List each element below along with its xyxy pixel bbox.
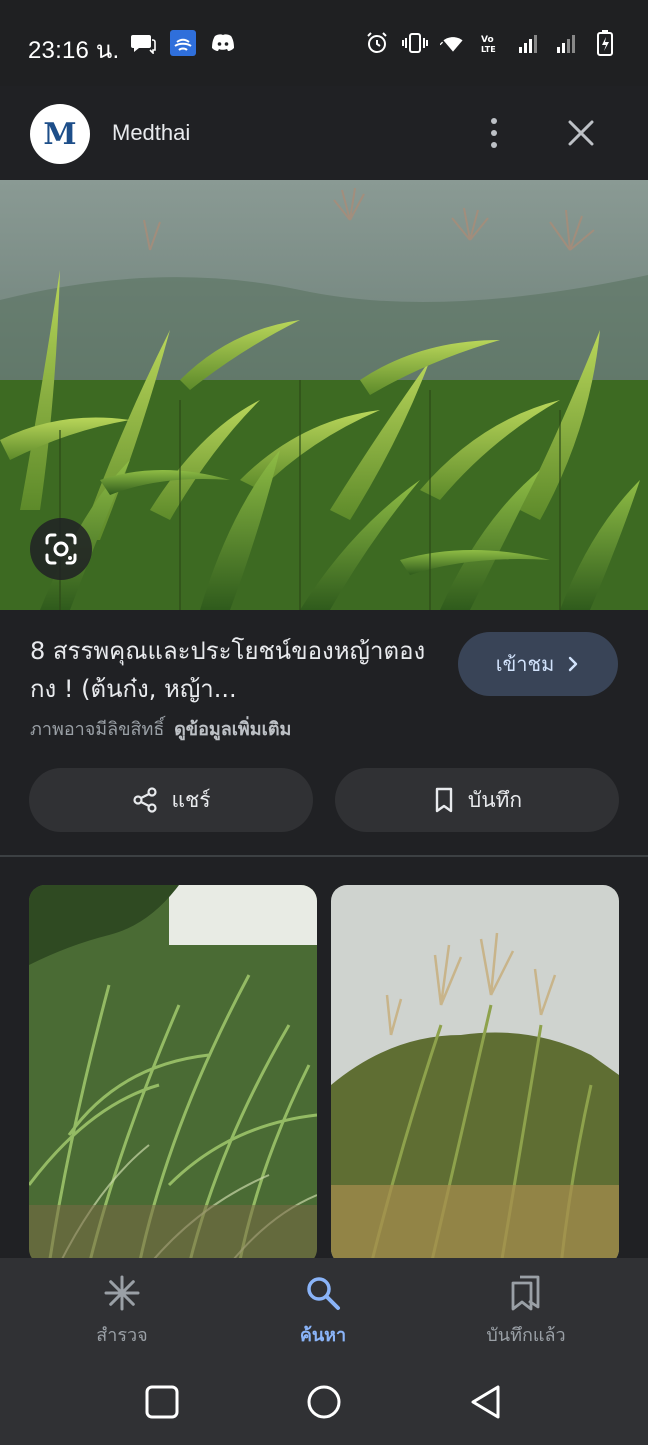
more-info-link[interactable]: ดูข้อมูลเพิ่มเติม: [174, 719, 291, 740]
nav-search[interactable]: ค้นหา: [243, 1272, 403, 1349]
vibrate-icon: [402, 30, 428, 56]
saved-collections-icon: [505, 1272, 547, 1314]
square-icon: [145, 1385, 179, 1419]
recents-button[interactable]: [142, 1382, 182, 1422]
chevron-right-icon: [569, 656, 578, 672]
asterisk-icon: [101, 1272, 143, 1314]
nav-saved[interactable]: บันทึกแล้ว: [446, 1272, 606, 1349]
triangle-back-icon: [471, 1385, 500, 1419]
status-notification-icons: [130, 30, 236, 56]
nav-search-label: ค้นหา: [299, 1325, 347, 1346]
section-divider: [0, 855, 648, 857]
share-label: แชร์: [171, 787, 211, 812]
main-image[interactable]: [0, 180, 648, 610]
copyright-text: ภาพอาจมีลิขสิทธิ์: [30, 719, 165, 740]
related-image[interactable]: [331, 885, 619, 1265]
message-icon: [130, 30, 156, 56]
share-button[interactable]: แชร์: [29, 768, 313, 832]
battery-charging-icon: [592, 30, 618, 56]
copyright-notice: ภาพอาจมีลิขสิทธิ์ ดูข้อมูลเพิ่มเติม: [30, 714, 291, 743]
more-dot: [491, 118, 497, 124]
volte-icon: Vo LTE: [478, 30, 504, 56]
nav-saved-label: บันทึกแล้ว: [486, 1325, 566, 1346]
related-image[interactable]: [29, 885, 317, 1265]
signal-icon: [516, 30, 542, 56]
bookmark-icon: [435, 787, 453, 813]
close-button[interactable]: [562, 114, 600, 152]
nav-explore[interactable]: สำรวจ: [42, 1272, 202, 1349]
bottom-nav: สำรวจ ค้นหา บันทึกแล้ว: [0, 1258, 648, 1358]
status-system-icons: Vo LTE: [364, 30, 618, 56]
grass-photo: [0, 180, 648, 610]
close-icon: [568, 120, 594, 146]
status-bar: 23:16 น. Vo LTE: [0, 0, 648, 86]
system-nav-bar: [0, 1358, 648, 1445]
site-name[interactable]: Medthai: [112, 120, 190, 146]
more-dot: [491, 142, 497, 148]
lens-icon: [45, 533, 77, 565]
share-icon: [133, 787, 158, 813]
circle-icon: [307, 1385, 341, 1419]
nav-explore-label: สำรวจ: [96, 1325, 148, 1346]
cast-icon: [170, 30, 196, 56]
site-logo[interactable]: M: [30, 104, 90, 164]
back-button[interactable]: [466, 1382, 506, 1422]
signal-icon: [554, 30, 580, 56]
result-title[interactable]: 8 สรรพคุณและประโยชน์ของหญ้าตองกง ! (ต้นก…: [30, 632, 440, 708]
search-icon: [302, 1272, 344, 1314]
svg-text:Vo: Vo: [481, 35, 494, 45]
visit-button[interactable]: เข้าชม: [458, 632, 618, 696]
related-grass-photo: [331, 885, 619, 1265]
visit-button-label: เข้าชม: [495, 652, 555, 676]
viewer-header: M Medthai: [0, 86, 648, 180]
save-label: บันทึก: [467, 787, 523, 812]
save-button[interactable]: บันทึก: [335, 768, 619, 832]
wifi-icon: [440, 30, 466, 56]
related-grass-photo: [29, 885, 317, 1265]
home-button[interactable]: [304, 1382, 344, 1422]
alarm-icon: [364, 30, 390, 56]
svg-text:LTE: LTE: [481, 45, 496, 54]
discord-icon: [210, 30, 236, 56]
more-dot: [491, 130, 497, 136]
site-logo-letter: M: [43, 116, 77, 152]
status-time: 23:16 น.: [28, 37, 120, 64]
more-options-button[interactable]: [478, 116, 510, 150]
lens-search-button[interactable]: [30, 518, 92, 580]
